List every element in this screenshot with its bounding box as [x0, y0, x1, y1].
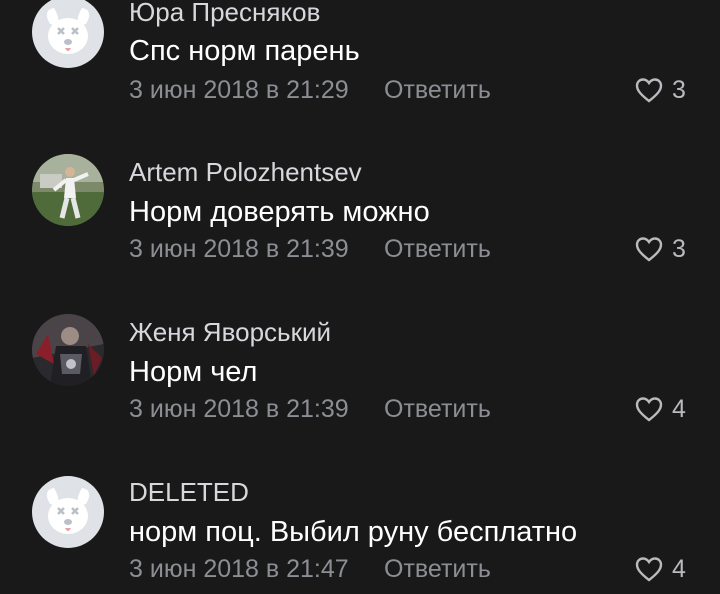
avatar[interactable]	[32, 476, 104, 548]
comment-author[interactable]: DELETED	[129, 477, 249, 507]
avatar[interactable]	[32, 154, 104, 226]
like-count: 3	[672, 235, 686, 263]
comment-item: DELETED норм поц. Выбил руну бесплатно 3…	[0, 476, 720, 594]
comment-author[interactable]: Artem Polozhentsev	[129, 157, 362, 187]
reply-button[interactable]: Ответить	[384, 75, 491, 105]
comment-item: Юра Пресняков Спс норм парень 3 июн 2018…	[0, 0, 720, 140]
heart-icon	[635, 557, 663, 582]
user-photo	[32, 154, 104, 226]
like-count: 4	[672, 555, 686, 583]
comment-date: 3 июн 2018 в 21:39	[129, 235, 349, 263]
comment-date: 3 июн 2018 в 21:39	[129, 395, 349, 423]
user-photo	[32, 314, 104, 386]
comment-date: 3 июн 2018 в 21:47	[129, 555, 349, 583]
comment-author[interactable]: Женя Яворський	[129, 317, 331, 347]
deleted-dog-icon	[32, 0, 104, 68]
like-count: 3	[672, 76, 686, 104]
deleted-dog-icon	[32, 476, 104, 548]
heart-icon	[635, 237, 663, 262]
avatar[interactable]	[32, 314, 104, 386]
reply-button[interactable]: Ответить	[384, 234, 491, 264]
comment-item: Женя Яворський Норм чел 3 июн 2018 в 21:…	[0, 314, 720, 460]
like-button[interactable]: 4	[634, 394, 686, 424]
comment-text: Норм доверять можно	[129, 196, 430, 228]
comment-item: Artem Polozhentsev Норм доверять можно 3…	[0, 154, 720, 300]
like-button[interactable]: 3	[634, 75, 686, 105]
comment-date: 3 июн 2018 в 21:29	[129, 76, 349, 104]
like-button[interactable]: 3	[634, 234, 686, 264]
reply-button[interactable]: Ответить	[384, 394, 491, 424]
comment-text: норм поц. Выбил руну бесплатно	[129, 516, 578, 548]
heart-icon	[635, 78, 663, 103]
like-button[interactable]: 4	[634, 554, 686, 584]
comment-text: Спс норм парень	[129, 35, 360, 67]
comment-text: Норм чел	[129, 356, 258, 388]
comments-feed: Юра Пресняков Спс норм парень 3 июн 2018…	[0, 0, 720, 594]
reply-button[interactable]: Ответить	[384, 554, 491, 584]
heart-icon	[635, 397, 663, 422]
comment-author[interactable]: Юра Пресняков	[129, 0, 320, 27]
avatar[interactable]	[32, 0, 104, 68]
like-count: 4	[672, 395, 686, 423]
